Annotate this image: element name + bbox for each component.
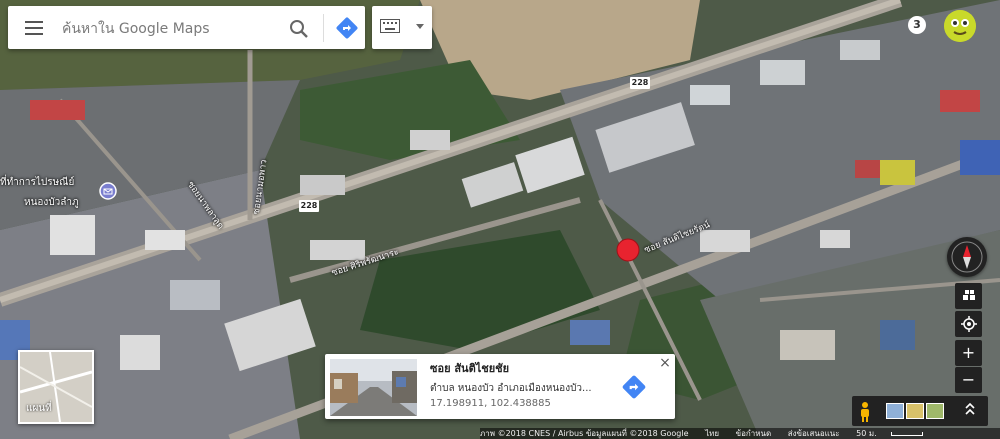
zoom-out-button[interactable]: − (955, 367, 982, 393)
place-card[interactable]: ซอย สันติไชยชัย ตำบล หนองบัว อำเภอเมืองห… (325, 354, 675, 419)
poi-label-post-office[interactable]: ที่ทำการไปรษณีย์ (0, 175, 74, 190)
avatar-face-icon (944, 10, 976, 42)
notification-badge[interactable]: 3 (908, 16, 926, 34)
street-view-image (330, 359, 417, 416)
expand-icon[interactable] (964, 401, 976, 417)
directions-icon[interactable] (335, 16, 359, 40)
street-view-bar (852, 396, 988, 426)
zoom-in-button[interactable]: + (955, 340, 982, 366)
input-tools (372, 6, 432, 49)
my-location-button[interactable] (955, 311, 982, 337)
layer-switcher[interactable]: แผนที่ (18, 350, 94, 424)
compass-button[interactable] (947, 237, 987, 277)
map-footer: ภาพ ©2018 CNES / Airbus ข้อมูลแผนที่ ©20… (480, 428, 1000, 439)
search-divider (323, 14, 324, 42)
my-location-icon (960, 316, 977, 332)
terms-link[interactable]: ข้อกำหนด (736, 429, 772, 438)
language-link[interactable]: ไทย (705, 429, 719, 438)
pegman-icon[interactable] (858, 401, 872, 423)
avatar[interactable] (944, 10, 976, 42)
street-view-thumbnail[interactable] (330, 359, 417, 416)
card-directions-icon[interactable] (621, 374, 647, 400)
scale-label: 50 ม. (856, 429, 877, 438)
imagery-attribution: ภาพ ©2018 CNES / Airbus ข้อมูลแผนที่ ©20… (480, 429, 689, 438)
feedback-link[interactable]: ส่งข้อเสนอแนะ (788, 429, 840, 438)
scale-bar (890, 431, 923, 436)
tilt-button[interactable] (955, 283, 982, 309)
search-input[interactable] (60, 17, 284, 41)
post-office-pin-icon[interactable] (98, 181, 118, 201)
place-coordinates[interactable]: 17.198911, 102.438885 (430, 398, 551, 409)
poi-label-post-office-line2[interactable]: หนองบัวลำภู (24, 195, 79, 210)
keyboard-icon[interactable] (380, 19, 400, 33)
compass-icon (951, 241, 983, 273)
route-shield-228-north: 228 (630, 77, 650, 89)
route-shield-228-south: 228 (299, 200, 319, 212)
close-icon[interactable]: × (658, 356, 672, 370)
place-title: ซอย สันติไชยชัย (430, 362, 510, 375)
search-box (8, 6, 365, 49)
street-view-thumb-2[interactable] (906, 403, 924, 419)
chevron-down-icon[interactable] (416, 24, 424, 29)
search-icon[interactable] (287, 17, 311, 41)
place-address: ตำบล หนองบัว อำเภอเมืองหนองบัว... (430, 383, 592, 394)
grid-icon (962, 290, 975, 300)
layer-label: แผนที่ (26, 403, 52, 414)
street-view-thumb-3[interactable] (926, 403, 944, 419)
menu-icon[interactable] (22, 18, 46, 38)
street-view-thumb-1[interactable] (886, 403, 904, 419)
